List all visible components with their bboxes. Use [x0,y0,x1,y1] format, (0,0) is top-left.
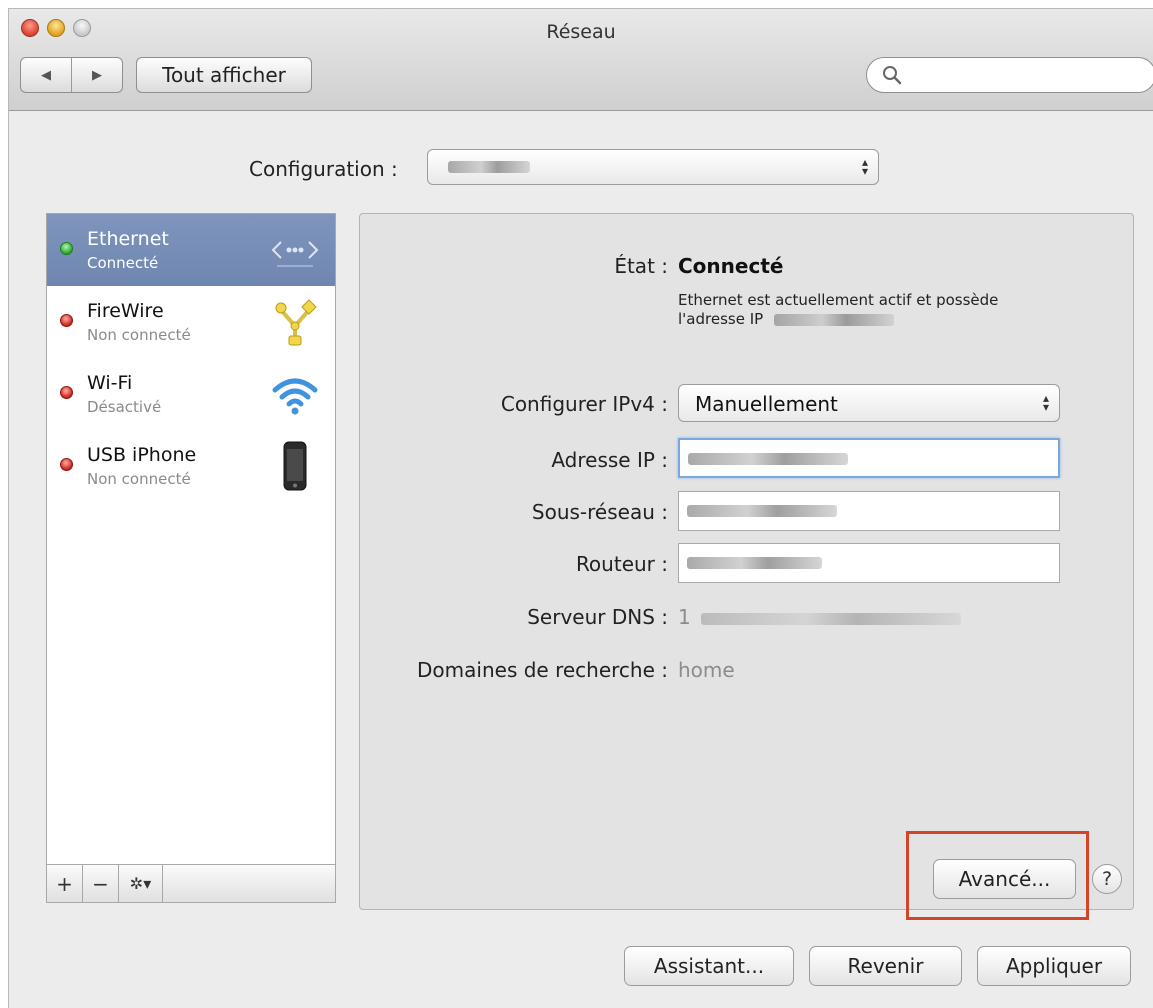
state-description-line2: l'adresse IP [678,310,894,329]
help-button[interactable]: ? [1092,864,1122,894]
revert-button[interactable]: Revenir [809,946,962,986]
state-description-ip-prefix: l'adresse IP [678,310,764,328]
redacted-subnet-value [687,505,837,517]
service-name: USB iPhone [87,444,197,466]
service-item-firewire[interactable]: FireWire Non connecté [47,286,335,358]
service-status: Non connecté [87,470,191,488]
subnet-field[interactable] [678,491,1060,531]
highlight-box [906,831,1089,920]
apply-button[interactable]: Appliquer [977,946,1131,986]
ip-address-label: Adresse IP : [551,448,668,472]
router-field[interactable] [678,543,1060,583]
remove-service-button[interactable]: − [83,865,119,902]
dns-value: 1 [678,605,962,629]
status-dot-disconnected [60,386,73,399]
ip-address-field[interactable] [678,438,1060,478]
window-toolbar: Réseau ◀ ▶ Tout afficher [9,9,1153,111]
services-list: Ethernet Connecté FireWire Non connecté [46,213,336,903]
iphone-icon [283,441,307,491]
service-name: FireWire [87,300,164,322]
configure-ipv4-popup[interactable]: Manuellement ▴ ▾ [678,384,1060,422]
state-value: Connecté [678,254,784,278]
gear-icon[interactable]: ✲▾ [119,865,163,902]
service-status: Non connecté [87,326,191,344]
service-item-ethernet[interactable]: Ethernet Connecté [47,214,335,286]
show-all-button[interactable]: Tout afficher [136,57,312,93]
window-title: Réseau [546,21,616,43]
service-status: Connecté [87,254,159,272]
subnet-label: Sous-réseau : [531,500,668,524]
network-preferences-window: Réseau ◀ ▶ Tout afficher Configuration :… [8,8,1153,1008]
configure-ipv4-value: Manuellement [695,392,838,416]
ethernet-icon [271,241,319,267]
back-arrow-icon[interactable]: ◀ [21,58,72,92]
firewire-icon [275,299,317,346]
service-item-wifi[interactable]: Wi-Fi Désactivé [47,358,335,430]
ethernet-details-panel: État : Connecté Ethernet est actuellemen… [359,213,1134,910]
configuration-popup[interactable]: ▴ ▾ [427,149,879,185]
search-field[interactable] [866,57,1153,93]
dns-label: Serveur DNS : [527,605,668,629]
status-dot-disconnected [60,458,73,471]
wifi-icon [272,378,318,415]
service-item-usb-iphone[interactable]: USB iPhone Non connecté [47,430,335,502]
redacted-ip-value [688,453,848,465]
service-name: Ethernet [87,228,169,250]
status-dot-connected [60,242,73,255]
redacted-ip-address [773,313,894,326]
configure-ipv4-label: Configurer IPv4 : [500,392,668,416]
back-forward-control: ◀ ▶ [20,57,123,93]
status-dot-disconnected [60,314,73,327]
forward-arrow-icon[interactable]: ▶ [72,58,122,92]
search-icon [883,66,902,85]
redacted-dns-value [701,612,962,625]
add-service-button[interactable]: + [47,865,83,902]
state-description-line1: Ethernet est actuellement actif et possè… [678,291,999,309]
search-domains-label: Domaines de recherche : [417,658,668,682]
assistant-button[interactable]: Assistant... [624,946,794,986]
search-domains-value: home [678,658,735,682]
state-label: État : [614,254,668,278]
popup-arrows-icon: ▴ ▾ [861,155,868,178]
services-list-footer: + − ✲▾ [47,864,335,902]
redacted-router-value [687,557,822,569]
dns-value-prefix: 1 [678,605,691,629]
router-label: Routeur : [575,552,668,576]
popup-arrows-icon: ▴ ▾ [1042,391,1049,414]
redacted-configuration-name [448,161,530,173]
service-name: Wi-Fi [87,372,133,394]
configuration-label: Configuration : [249,157,398,181]
service-status: Désactivé [87,398,162,416]
